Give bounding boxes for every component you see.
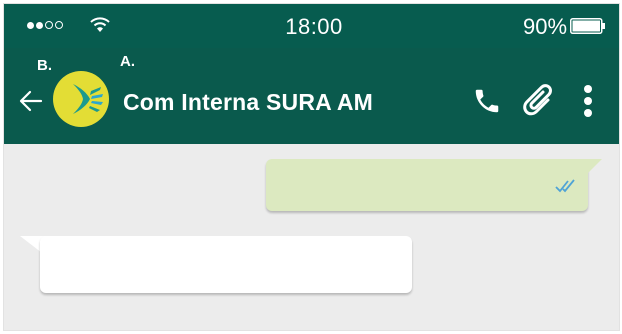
more-vert-icon[interactable] (582, 84, 594, 118)
battery-percent: 90% (523, 14, 568, 39)
chat-title[interactable]: Com Interna SURA AM (123, 89, 373, 116)
status-bar: 18:00 90% (4, 4, 619, 48)
phone-icon[interactable] (472, 86, 502, 116)
chat-screen: 18:00 90% B. A. Com Interna SURA AM (4, 4, 619, 330)
wifi-icon (90, 17, 110, 32)
incoming-message-bubble[interactable] (40, 236, 412, 293)
sura-logo-icon (73, 84, 103, 114)
signal-dot (55, 21, 63, 29)
signal-dot (45, 21, 53, 29)
annotation-label-a: A. (120, 53, 135, 70)
avatar[interactable] (53, 71, 109, 127)
signal-dot (27, 21, 34, 29)
annotation-label-b: B. (37, 57, 52, 74)
chat-header: B. A. Com Interna SURA AM (4, 48, 619, 144)
signal-dot (36, 21, 43, 29)
status-time: 18:00 (285, 14, 343, 39)
signal-strength-icon (27, 21, 63, 29)
outgoing-bubble-tail (582, 159, 602, 175)
double-check-icon (555, 179, 575, 193)
arrow-left-icon[interactable] (19, 90, 43, 112)
outgoing-message-bubble[interactable] (266, 159, 588, 211)
paperclip-icon[interactable] (520, 82, 554, 118)
message-list[interactable] (4, 144, 619, 330)
battery-icon (570, 18, 605, 34)
